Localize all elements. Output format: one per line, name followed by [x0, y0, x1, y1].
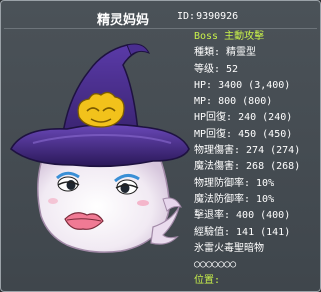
monster-tooltip: 精灵妈妈 ID:9390926 Boss 主動攻擊 種類: 精靈型 等级: 52…	[0, 0, 321, 292]
monster-id: ID:9390926	[177, 11, 238, 22]
stat-level: 等级: 52	[194, 63, 239, 75]
title-bar: 精灵妈妈 ID:9390926	[1, 1, 320, 28]
stat-position: 位置:	[194, 275, 221, 287]
ghost-witch-illustration	[9, 43, 190, 253]
element-slots: ○○○○○○○	[194, 259, 237, 271]
stat-hp: HP: 3400 (3,400)	[194, 79, 291, 91]
stat-boss-type: Boss 主動攻擊	[194, 31, 265, 42]
witch-hat-icon	[9, 43, 190, 168]
stat-elements: 氷雷火毒聖暗物	[194, 242, 264, 254]
stat-hp-regen: HP回復: 240 (240)	[194, 112, 293, 124]
monster-id-label: ID:	[177, 11, 196, 22]
stat-phys-dmg: 物理傷害: 274 (274)	[194, 145, 301, 157]
monster-portrait	[3, 31, 191, 259]
stat-evasion: 擊退率: 400 (400)	[194, 210, 291, 222]
stat-exp: 經驗值: 141 (141)	[194, 226, 291, 238]
stat-mp: MP: 800 (800)	[194, 96, 273, 108]
monster-name: 精灵妈妈	[97, 13, 150, 28]
stat-species: 種類: 精靈型	[194, 47, 257, 59]
stats-panel: Boss 主動攻擊 種類: 精靈型 等级: 52 HP: 3400 (3,400…	[194, 29, 320, 290]
stat-phys-def: 物理防御率: 10%	[194, 177, 275, 189]
stat-mp-regen: MP回復: 450 (450)	[194, 128, 293, 140]
stat-magic-dmg: 魔法傷害: 268 (268)	[194, 161, 301, 173]
stat-magic-def: 魔法防御率: 10%	[194, 193, 275, 205]
monster-id-value: 9390926	[196, 11, 239, 22]
